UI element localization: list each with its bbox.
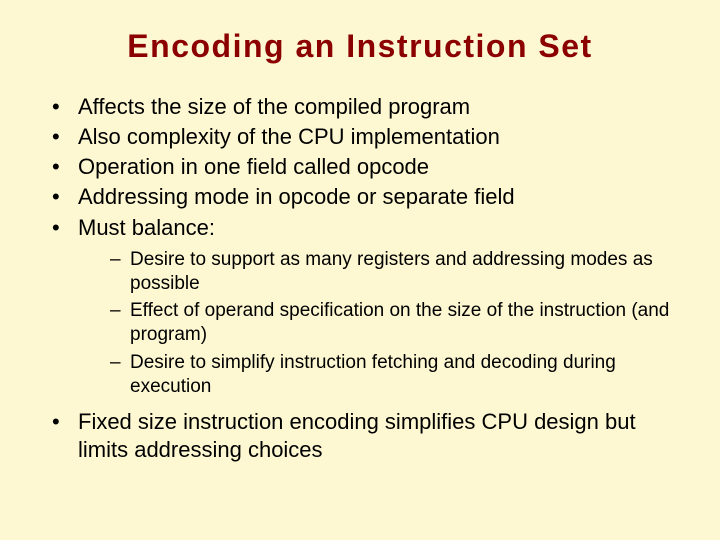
bullet-text: Operation in one field called opcode (78, 154, 429, 179)
bullet-list: Affects the size of the compiled program… (40, 93, 680, 465)
bullet-text: Also complexity of the CPU implementatio… (78, 124, 500, 149)
slide: Encoding an Instruction Set Affects the … (0, 0, 720, 540)
bullet-item: Fixed size instruction encoding simplifi… (52, 408, 680, 464)
slide-title: Encoding an Instruction Set (40, 28, 680, 65)
sub-bullet-text: Desire to support as many registers and … (130, 249, 653, 294)
bullet-text: Addressing mode in opcode or separate fi… (78, 184, 515, 209)
bullet-item: Must balance: Desire to support as many … (52, 214, 680, 399)
sub-bullet-item: Desire to support as many registers and … (110, 248, 680, 296)
sub-bullet-item: Effect of operand specification on the s… (110, 299, 680, 347)
bullet-item: Affects the size of the compiled program (52, 93, 680, 121)
bullet-item: Addressing mode in opcode or separate fi… (52, 183, 680, 211)
sub-bullet-item: Desire to simplify instruction fetching … (110, 351, 680, 399)
bullet-text: Fixed size instruction encoding simplifi… (78, 409, 636, 462)
sub-bullet-text: Desire to simplify instruction fetching … (130, 352, 616, 397)
bullet-item: Operation in one field called opcode (52, 153, 680, 181)
bullet-item: Also complexity of the CPU implementatio… (52, 123, 680, 151)
bullet-text: Affects the size of the compiled program (78, 94, 470, 119)
sub-bullet-list: Desire to support as many registers and … (78, 248, 680, 399)
bullet-text: Must balance: (78, 215, 215, 240)
sub-bullet-text: Effect of operand specification on the s… (130, 300, 669, 345)
